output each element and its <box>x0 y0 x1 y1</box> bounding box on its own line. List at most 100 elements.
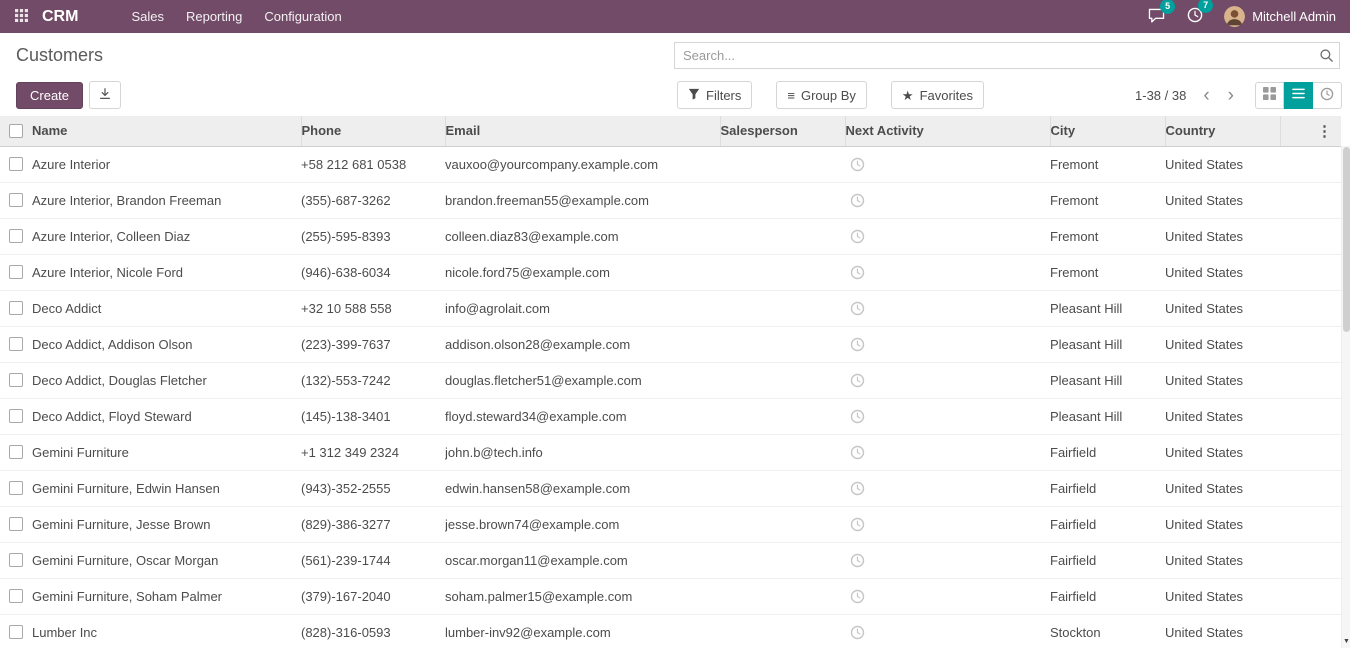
next-activity-clock-icon[interactable] <box>845 372 865 387</box>
activities-button[interactable]: 7 <box>1176 2 1214 31</box>
cell-next-activity[interactable] <box>845 218 1050 254</box>
cell-name[interactable]: Deco Addict, Douglas Fletcher <box>32 362 301 398</box>
activity-view-button[interactable] <box>1313 82 1342 109</box>
group-by-button[interactable]: ≡ Group By <box>776 81 867 109</box>
next-activity-clock-icon[interactable] <box>845 624 865 639</box>
cell-country[interactable]: United States <box>1165 146 1280 182</box>
cell-salesperson[interactable] <box>720 326 845 362</box>
cell-salesperson[interactable] <box>720 254 845 290</box>
next-activity-clock-icon[interactable] <box>845 336 865 351</box>
cell-name[interactable]: Gemini Furniture <box>32 434 301 470</box>
select-all-checkbox[interactable] <box>9 124 23 138</box>
next-activity-clock-icon[interactable] <box>845 408 865 423</box>
table-row[interactable]: Gemini Furniture, Edwin Hansen (943)-352… <box>0 470 1341 506</box>
column-header-country[interactable]: Country <box>1165 116 1280 146</box>
cell-next-activity[interactable] <box>845 146 1050 182</box>
user-menu[interactable]: Mitchell Admin <box>1214 6 1340 27</box>
table-row[interactable]: Azure Interior, Colleen Diaz (255)-595-8… <box>0 218 1341 254</box>
cell-country[interactable]: United States <box>1165 506 1280 542</box>
cell-phone[interactable]: +1 312 349 2324 <box>301 434 445 470</box>
optional-columns-toggle[interactable]: ⋮ <box>1280 116 1341 146</box>
table-row[interactable]: Gemini Furniture, Soham Palmer (379)-167… <box>0 578 1341 614</box>
cell-city[interactable]: Fremont <box>1050 218 1165 254</box>
table-row[interactable]: Azure Interior, Brandon Freeman (355)-68… <box>0 182 1341 218</box>
cell-next-activity[interactable] <box>845 182 1050 218</box>
next-activity-clock-icon[interactable] <box>845 516 865 531</box>
column-header-email[interactable]: Email <box>445 116 720 146</box>
cell-salesperson[interactable] <box>720 614 845 648</box>
cell-email[interactable]: jesse.brown74@example.com <box>445 506 720 542</box>
table-row[interactable]: Lumber Inc (828)-316-0593 lumber-inv92@e… <box>0 614 1341 648</box>
cell-salesperson[interactable] <box>720 182 845 218</box>
scrollbar-down-arrow[interactable]: ▼ <box>1342 635 1350 648</box>
cell-salesperson[interactable] <box>720 542 845 578</box>
row-checkbox[interactable] <box>9 589 23 603</box>
cell-name[interactable]: Deco Addict, Floyd Steward <box>32 398 301 434</box>
cell-phone[interactable]: +32 10 588 558 <box>301 290 445 326</box>
cell-next-activity[interactable] <box>845 614 1050 648</box>
row-checkbox[interactable] <box>9 625 23 639</box>
cell-salesperson[interactable] <box>720 218 845 254</box>
table-row[interactable]: Gemini Furniture +1 312 349 2324 john.b@… <box>0 434 1341 470</box>
row-checkbox[interactable] <box>9 481 23 495</box>
filters-button[interactable]: Filters <box>677 81 752 109</box>
cell-city[interactable]: Pleasant Hill <box>1050 290 1165 326</box>
cell-salesperson[interactable] <box>720 146 845 182</box>
cell-name[interactable]: Gemini Furniture, Edwin Hansen <box>32 470 301 506</box>
cell-city[interactable]: Fremont <box>1050 146 1165 182</box>
cell-city[interactable]: Fairfield <box>1050 506 1165 542</box>
cell-name[interactable]: Azure Interior, Nicole Ford <box>32 254 301 290</box>
row-checkbox[interactable] <box>9 301 23 315</box>
create-button[interactable]: Create <box>16 82 83 109</box>
row-checkbox[interactable] <box>9 553 23 567</box>
favorites-button[interactable]: ★ Favorites <box>891 81 984 109</box>
messages-button[interactable]: 5 <box>1137 3 1176 31</box>
cell-phone[interactable]: (829)-386-3277 <box>301 506 445 542</box>
cell-city[interactable]: Fremont <box>1050 254 1165 290</box>
cell-phone[interactable]: (132)-553-7242 <box>301 362 445 398</box>
cell-phone[interactable]: +58 212 681 0538 <box>301 146 445 182</box>
cell-salesperson[interactable] <box>720 578 845 614</box>
cell-country[interactable]: United States <box>1165 254 1280 290</box>
cell-phone[interactable]: (828)-316-0593 <box>301 614 445 648</box>
vertical-scrollbar[interactable]: ▼ <box>1341 146 1350 648</box>
row-checkbox[interactable] <box>9 265 23 279</box>
cell-city[interactable]: Fairfield <box>1050 434 1165 470</box>
cell-country[interactable]: United States <box>1165 578 1280 614</box>
cell-email[interactable]: floyd.steward34@example.com <box>445 398 720 434</box>
cell-email[interactable]: nicole.ford75@example.com <box>445 254 720 290</box>
app-title[interactable]: CRM <box>42 8 78 26</box>
cell-next-activity[interactable] <box>845 398 1050 434</box>
cell-email[interactable]: douglas.fletcher51@example.com <box>445 362 720 398</box>
next-activity-clock-icon[interactable] <box>845 300 865 315</box>
cell-salesperson[interactable] <box>720 362 845 398</box>
cell-city[interactable]: Pleasant Hill <box>1050 362 1165 398</box>
cell-next-activity[interactable] <box>845 326 1050 362</box>
table-row[interactable]: Azure Interior +58 212 681 0538 vauxoo@y… <box>0 146 1341 182</box>
cell-phone[interactable]: (255)-595-8393 <box>301 218 445 254</box>
cell-next-activity[interactable] <box>845 470 1050 506</box>
cell-next-activity[interactable] <box>845 542 1050 578</box>
cell-country[interactable]: United States <box>1165 326 1280 362</box>
cell-next-activity[interactable] <box>845 434 1050 470</box>
cell-phone[interactable]: (379)-167-2040 <box>301 578 445 614</box>
cell-name[interactable]: Gemini Furniture, Oscar Morgan <box>32 542 301 578</box>
cell-email[interactable]: colleen.diaz83@example.com <box>445 218 720 254</box>
cell-city[interactable]: Pleasant Hill <box>1050 398 1165 434</box>
kanban-view-button[interactable] <box>1255 82 1284 109</box>
cell-next-activity[interactable] <box>845 506 1050 542</box>
row-checkbox[interactable] <box>9 373 23 387</box>
column-header-phone[interactable]: Phone <box>301 116 445 146</box>
cell-country[interactable]: United States <box>1165 434 1280 470</box>
next-activity-clock-icon[interactable] <box>845 228 865 243</box>
row-checkbox[interactable] <box>9 517 23 531</box>
menu-configuration[interactable]: Configuration <box>253 0 352 33</box>
cell-email[interactable]: addison.olson28@example.com <box>445 326 720 362</box>
cell-next-activity[interactable] <box>845 578 1050 614</box>
cell-next-activity[interactable] <box>845 362 1050 398</box>
search-icon[interactable] <box>1319 48 1334 68</box>
cell-city[interactable]: Fairfield <box>1050 542 1165 578</box>
cell-phone[interactable]: (355)-687-3262 <box>301 182 445 218</box>
cell-phone[interactable]: (561)-239-1744 <box>301 542 445 578</box>
table-row[interactable]: Deco Addict, Floyd Steward (145)-138-340… <box>0 398 1341 434</box>
